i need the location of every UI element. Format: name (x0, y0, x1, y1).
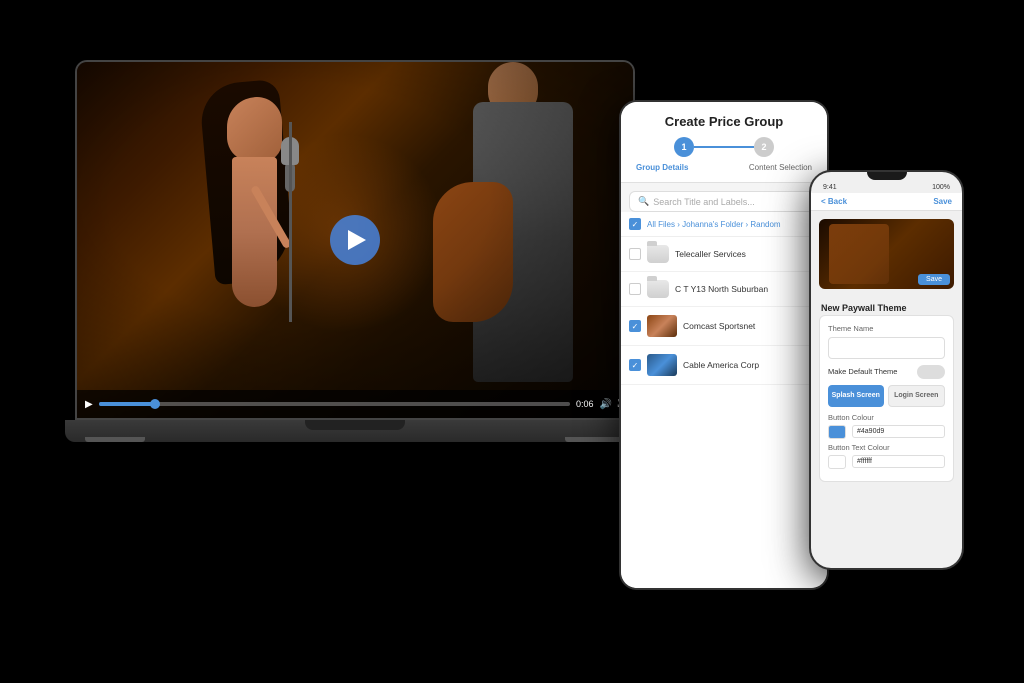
thumb-action-button[interactable]: Save (918, 274, 950, 285)
breadcrumb: ✓ All Files › Johanna's Folder › Random (621, 212, 827, 237)
laptop-screen: ▶ 0:06 🔊 ⛶ (77, 62, 633, 418)
laptop-device: ▶ 0:06 🔊 ⛶ (60, 60, 650, 480)
folder-tab (647, 276, 657, 281)
step-labels: Group Details Content Selection (631, 163, 817, 172)
status-icons: 100% (932, 184, 950, 191)
save-button[interactable]: Save (933, 197, 952, 206)
video-thumbnail (647, 354, 677, 376)
login-screen-button[interactable]: Login Screen (888, 385, 946, 407)
item-checkbox[interactable]: ✓ (629, 359, 641, 371)
default-toggle[interactable] (917, 365, 945, 379)
video-thumbnail (647, 315, 677, 337)
text-colour-value[interactable]: #ffffff (852, 455, 945, 468)
phone-screen: 9:41 100% < Back Save Save New Paywall T… (811, 172, 962, 568)
section-title: New Paywall Theme (811, 297, 962, 315)
folder-icon (647, 280, 669, 298)
folder-icon (647, 245, 669, 263)
video-background: ▶ 0:06 🔊 ⛶ (77, 62, 633, 418)
list-item[interactable]: ✓ Comcast Sportsnet (621, 307, 827, 346)
button-colour-label: Button Colour (828, 413, 945, 422)
screen-type-row: Splash Screen Login Screen (828, 385, 945, 407)
button-colour-section: Button Colour #4a90d9 Button Text Colour… (828, 413, 945, 469)
thumb-overlay: Save (823, 274, 950, 285)
progress-dot (150, 399, 160, 409)
item-checkbox[interactable] (629, 283, 641, 295)
video-controls-bar: ▶ 0:06 🔊 ⛶ (77, 390, 633, 418)
button-text-colour-label: Button Text Colour (828, 443, 945, 452)
status-bar: 9:41 100% (811, 182, 962, 193)
theme-name-label: Theme Name (828, 324, 945, 333)
phone-device: 9:41 100% < Back Save Save New Paywall T… (809, 170, 964, 570)
phone-header: < Back Save (811, 193, 962, 211)
colour-value[interactable]: #4a90d9 (852, 425, 945, 438)
folder-tab (647, 241, 657, 246)
theme-form: Theme Name Make Default Theme Splash Scr… (819, 315, 954, 482)
laptop-body: ▶ 0:06 🔊 ⛶ (75, 60, 635, 420)
play-icon (348, 230, 366, 250)
laptop-foot-left (85, 437, 145, 442)
steps-indicator: 1 2 (631, 137, 817, 157)
tablet-header: Create Price Group 1 2 Group Details Con… (621, 102, 827, 183)
phone-notch (867, 172, 907, 180)
theme-name-input[interactable] (828, 337, 945, 359)
button-text-colour-row: #ffffff (828, 455, 945, 469)
step-2-label: Content Selection (749, 163, 812, 172)
colour-swatch[interactable] (828, 425, 846, 439)
video-time: 0:06 (576, 399, 594, 409)
select-all-checkbox[interactable]: ✓ (629, 218, 641, 230)
list-item[interactable]: C T Y13 North Suburban (621, 272, 827, 307)
list-item[interactable]: ✓ Cable America Corp (621, 346, 827, 385)
item-name: C T Y13 North Suburban (675, 284, 819, 294)
breadcrumb-text: All Files › Johanna's Folder › Random (647, 220, 781, 229)
progress-fill (99, 402, 156, 406)
laptop-foot-right (565, 437, 625, 442)
step-connector (694, 146, 754, 148)
laptop-notch (305, 420, 405, 430)
tablet-device: Create Price Group 1 2 Group Details Con… (619, 100, 829, 590)
check-icon: ✓ (632, 220, 639, 229)
status-time: 9:41 (823, 184, 837, 191)
search-bar[interactable]: 🔍 Search Title and Labels... (629, 191, 819, 212)
step-1-circle: 1 (674, 137, 694, 157)
play-button[interactable] (330, 215, 380, 265)
splash-screen-button[interactable]: Splash Screen (828, 385, 884, 407)
phone-video-thumbnail: Save (819, 219, 954, 289)
search-input[interactable]: Search Title and Labels... (653, 197, 810, 207)
item-name: Telecaller Services (675, 249, 819, 259)
progress-bar[interactable] (99, 402, 570, 406)
item-name: Cable America Corp (683, 360, 819, 370)
button-colour-row: #4a90d9 (828, 425, 945, 439)
volume-icon[interactable]: 🔊 (600, 399, 612, 410)
play-pause-button[interactable]: ▶ (85, 399, 93, 410)
default-toggle-label: Make Default Theme (828, 367, 897, 376)
back-button[interactable]: < Back (821, 197, 847, 206)
step-1-label: Group Details (636, 163, 688, 172)
main-scene: ▶ 0:06 🔊 ⛶ Cre (0, 0, 1024, 683)
item-name: Comcast Sportsnet (683, 321, 819, 331)
text-colour-swatch[interactable] (828, 455, 846, 469)
tablet-screen: Create Price Group 1 2 Group Details Con… (621, 102, 827, 588)
tablet-title: Create Price Group (631, 114, 817, 129)
item-checkbox[interactable] (629, 248, 641, 260)
item-checkbox[interactable]: ✓ (629, 320, 641, 332)
list-item[interactable]: Telecaller Services (621, 237, 827, 272)
content-list: Telecaller Services C T Y13 North Suburb… (621, 237, 827, 588)
step-2-circle: 2 (754, 137, 774, 157)
search-icon: 🔍 (638, 196, 649, 207)
default-toggle-row: Make Default Theme (828, 365, 945, 379)
laptop-base (65, 420, 645, 442)
